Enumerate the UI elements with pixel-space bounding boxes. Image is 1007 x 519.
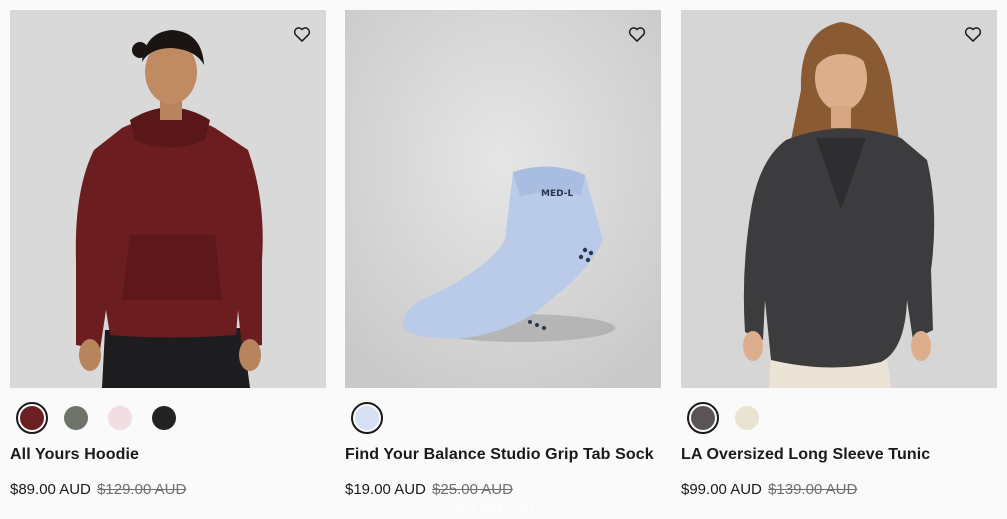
swatch-dot xyxy=(108,406,132,430)
swatch-light-blue[interactable] xyxy=(351,402,383,434)
swatch-cream[interactable] xyxy=(731,402,763,434)
sale-price: $19.00 AUD xyxy=(345,481,426,498)
color-swatches xyxy=(351,402,383,434)
swatch-dot xyxy=(735,406,759,430)
heart-outline-icon[interactable] xyxy=(963,24,983,44)
product-image-tunic[interactable] xyxy=(681,10,997,388)
swatch-pink[interactable] xyxy=(104,402,136,434)
heart-outline-icon[interactable] xyxy=(627,24,647,44)
product-name[interactable]: LA Oversized Long Sleeve Tunic xyxy=(681,446,1007,464)
swatch-dot xyxy=(355,406,379,430)
sock-photo: MED-L xyxy=(345,10,661,388)
product-card-sock: MED-L Find Your Balance Studio Grip Tab … xyxy=(345,10,661,519)
product-image-hoodie[interactable] xyxy=(10,10,326,388)
swatch-dot xyxy=(691,406,715,430)
swatch-black[interactable] xyxy=(148,402,180,434)
swatch-dot xyxy=(20,406,44,430)
sale-price: $89.00 AUD xyxy=(10,481,91,498)
swatch-dot xyxy=(64,406,88,430)
product-card-tunic: LA Oversized Long Sleeve Tunic $99.00 AU… xyxy=(681,10,997,519)
swatch-graphite[interactable] xyxy=(687,402,719,434)
original-price: $139.00 AUD xyxy=(768,481,858,498)
hoodie-photo xyxy=(10,10,326,388)
product-name[interactable]: All Yours Hoodie xyxy=(10,446,340,464)
heart-outline-icon[interactable] xyxy=(292,24,312,44)
swatch-burgundy[interactable] xyxy=(16,402,48,434)
color-swatches xyxy=(16,402,180,434)
product-name[interactable]: Find Your Balance Studio Grip Tab Sock xyxy=(345,446,675,464)
watermark: Uni HaZau xyxy=(448,497,535,517)
swatch-dot xyxy=(152,406,176,430)
original-price: $25.00 AUD xyxy=(432,481,513,498)
color-swatches xyxy=(687,402,763,434)
sale-price: $99.00 AUD xyxy=(681,481,762,498)
product-image-sock[interactable]: MED-L xyxy=(345,10,661,388)
product-price: $19.00 AUD $25.00 AUD xyxy=(345,481,513,498)
original-price: $129.00 AUD xyxy=(97,481,187,498)
product-grid: All Yours Hoodie $89.00 AUD $129.00 AUD … xyxy=(0,0,1007,519)
tunic-photo xyxy=(681,10,997,388)
product-price: $99.00 AUD $139.00 AUD xyxy=(681,481,857,498)
sock-size-label: MED-L xyxy=(541,189,573,199)
swatch-grey-green[interactable] xyxy=(60,402,92,434)
product-card-hoodie: All Yours Hoodie $89.00 AUD $129.00 AUD xyxy=(10,10,326,519)
product-price: $89.00 AUD $129.00 AUD xyxy=(10,481,186,498)
